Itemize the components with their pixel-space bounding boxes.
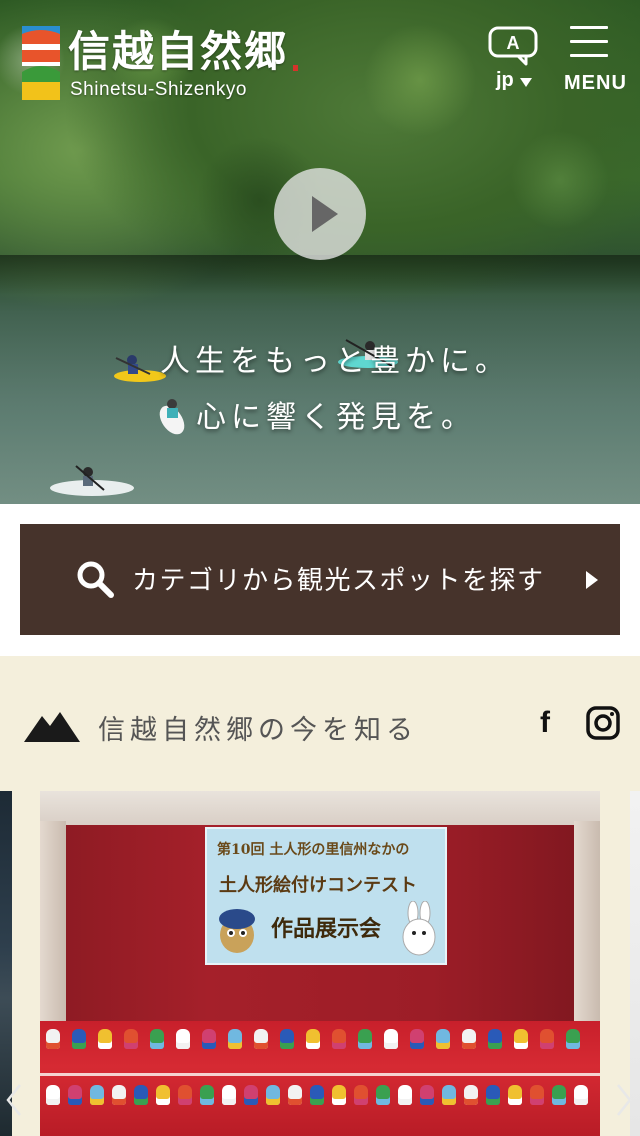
clay-doll bbox=[150, 1029, 164, 1049]
clay-doll bbox=[68, 1085, 82, 1105]
clay-doll bbox=[442, 1085, 456, 1105]
clay-doll bbox=[46, 1029, 60, 1049]
clay-doll bbox=[288, 1085, 302, 1105]
clay-doll bbox=[266, 1085, 280, 1105]
clay-doll bbox=[222, 1085, 236, 1105]
clay-doll bbox=[552, 1085, 566, 1105]
clay-doll bbox=[178, 1085, 192, 1105]
clay-doll bbox=[486, 1085, 500, 1105]
clay-doll bbox=[112, 1085, 126, 1105]
clay-doll bbox=[202, 1029, 216, 1049]
news-heading: 信越自然郷の今を知る bbox=[98, 715, 418, 746]
clay-doll bbox=[134, 1085, 148, 1105]
clay-doll bbox=[574, 1085, 588, 1105]
clay-doll bbox=[508, 1085, 522, 1105]
slide-curtain-right bbox=[574, 821, 600, 1021]
instagram-icon[interactable] bbox=[586, 706, 620, 740]
menu-label: MENU bbox=[564, 72, 627, 94]
menu-button[interactable]: MENU bbox=[562, 24, 626, 96]
clay-doll bbox=[156, 1085, 170, 1105]
hero-tagline-line1: 人生をもっと豊かに。 bbox=[160, 344, 510, 379]
clay-doll bbox=[462, 1029, 476, 1049]
clay-doll bbox=[436, 1029, 450, 1049]
clay-doll bbox=[358, 1029, 372, 1049]
clay-doll bbox=[464, 1085, 478, 1105]
slide-ceiling bbox=[40, 791, 600, 825]
clay-doll bbox=[384, 1029, 398, 1049]
clay-doll bbox=[310, 1085, 324, 1105]
kayak-white-2 bbox=[50, 465, 134, 496]
carousel-next-chevron-icon[interactable] bbox=[614, 1083, 634, 1117]
clay-doll bbox=[72, 1029, 86, 1049]
slide-curtain-left bbox=[40, 821, 66, 1021]
menu-icon-bar-2 bbox=[570, 40, 608, 43]
clay-doll bbox=[306, 1029, 320, 1049]
mascot-left-image bbox=[219, 909, 255, 953]
clay-doll bbox=[46, 1085, 60, 1105]
mountain-icon bbox=[24, 712, 80, 742]
clay-doll bbox=[90, 1085, 104, 1105]
facebook-icon[interactable]: f bbox=[540, 706, 564, 744]
clay-doll bbox=[514, 1029, 528, 1049]
clay-doll bbox=[420, 1085, 434, 1105]
chevron-down-icon bbox=[520, 78, 532, 87]
clay-doll bbox=[280, 1029, 294, 1049]
menu-icon-bar-3 bbox=[570, 54, 608, 57]
hero-tagline-line2: 心に響く発見を。 bbox=[196, 400, 476, 435]
shelf-tier-line bbox=[40, 1073, 600, 1076]
exhibition-poster: 第10回 土人形の里信州なかの 土人形絵付けコンテスト 作品展示会 bbox=[205, 827, 447, 965]
clay-doll bbox=[332, 1029, 346, 1049]
chevron-left-icon[interactable] bbox=[4, 1083, 24, 1117]
clay-doll bbox=[98, 1029, 112, 1049]
lang-icon-letter: A bbox=[507, 33, 520, 53]
clay-doll bbox=[244, 1085, 258, 1105]
clay-doll bbox=[354, 1085, 368, 1105]
clay-doll bbox=[254, 1029, 268, 1049]
clay-doll bbox=[376, 1085, 390, 1105]
clay-doll bbox=[566, 1029, 580, 1049]
chevron-right-icon bbox=[586, 571, 598, 589]
play-icon bbox=[312, 196, 338, 232]
doll-display-shelf bbox=[40, 1021, 600, 1136]
site-logo-subtitle: Shinetsu-Shizenkyo bbox=[70, 79, 247, 100]
hero-shoreline bbox=[0, 255, 640, 295]
site-logo-title[interactable]: 信越自然郷 bbox=[68, 18, 299, 79]
clay-doll bbox=[200, 1085, 214, 1105]
category-search-label: カテゴリから観光スポットを探す bbox=[132, 566, 545, 596]
search-icon bbox=[77, 561, 114, 598]
clay-doll bbox=[228, 1029, 242, 1049]
news-section: 信越自然郷の今を知る f 第10回 土人形の里信州なかの 土人形絵付けコンテスト… bbox=[0, 656, 640, 1136]
play-button[interactable] bbox=[274, 168, 366, 260]
clay-doll bbox=[332, 1085, 346, 1105]
clay-doll bbox=[410, 1029, 424, 1049]
clay-doll bbox=[530, 1085, 544, 1105]
logo-title-accent bbox=[293, 65, 299, 71]
clay-doll bbox=[124, 1029, 138, 1049]
lang-label: jp bbox=[496, 69, 514, 91]
logo-mark bbox=[22, 26, 60, 100]
hero-tagline: 人生をもっと豊かに。 心に響く発見を。 bbox=[160, 334, 510, 446]
clay-doll bbox=[176, 1029, 190, 1049]
poster-line2: 土人形絵付けコンテスト bbox=[219, 875, 417, 896]
speech-bubble-icon: A bbox=[488, 26, 538, 66]
mascot-right-image bbox=[402, 901, 436, 956]
logo-title-text: 信越自然郷 bbox=[68, 27, 289, 76]
category-search-button[interactable]: カテゴリから観光スポットを探す bbox=[20, 524, 620, 635]
hero-video: 信越自然郷 Shinetsu-Shizenkyo A jp MENU 人生をもっ… bbox=[0, 0, 640, 504]
clay-doll bbox=[488, 1029, 502, 1049]
news-slide-current[interactable]: 第10回 土人形の里信州なかの 土人形絵付けコンテスト 作品展示会 bbox=[40, 791, 600, 1136]
clay-doll bbox=[540, 1029, 554, 1049]
language-switcher[interactable]: A jp bbox=[486, 24, 542, 96]
clay-doll bbox=[398, 1085, 412, 1105]
poster-line3: 作品展示会 bbox=[271, 916, 382, 942]
menu-icon-bar-1 bbox=[570, 26, 608, 29]
news-carousel[interactable]: 第10回 土人形の里信州なかの 土人形絵付けコンテスト 作品展示会 bbox=[0, 791, 640, 1136]
poster-line1: 第10回 土人形の里信州なかの bbox=[217, 842, 410, 858]
